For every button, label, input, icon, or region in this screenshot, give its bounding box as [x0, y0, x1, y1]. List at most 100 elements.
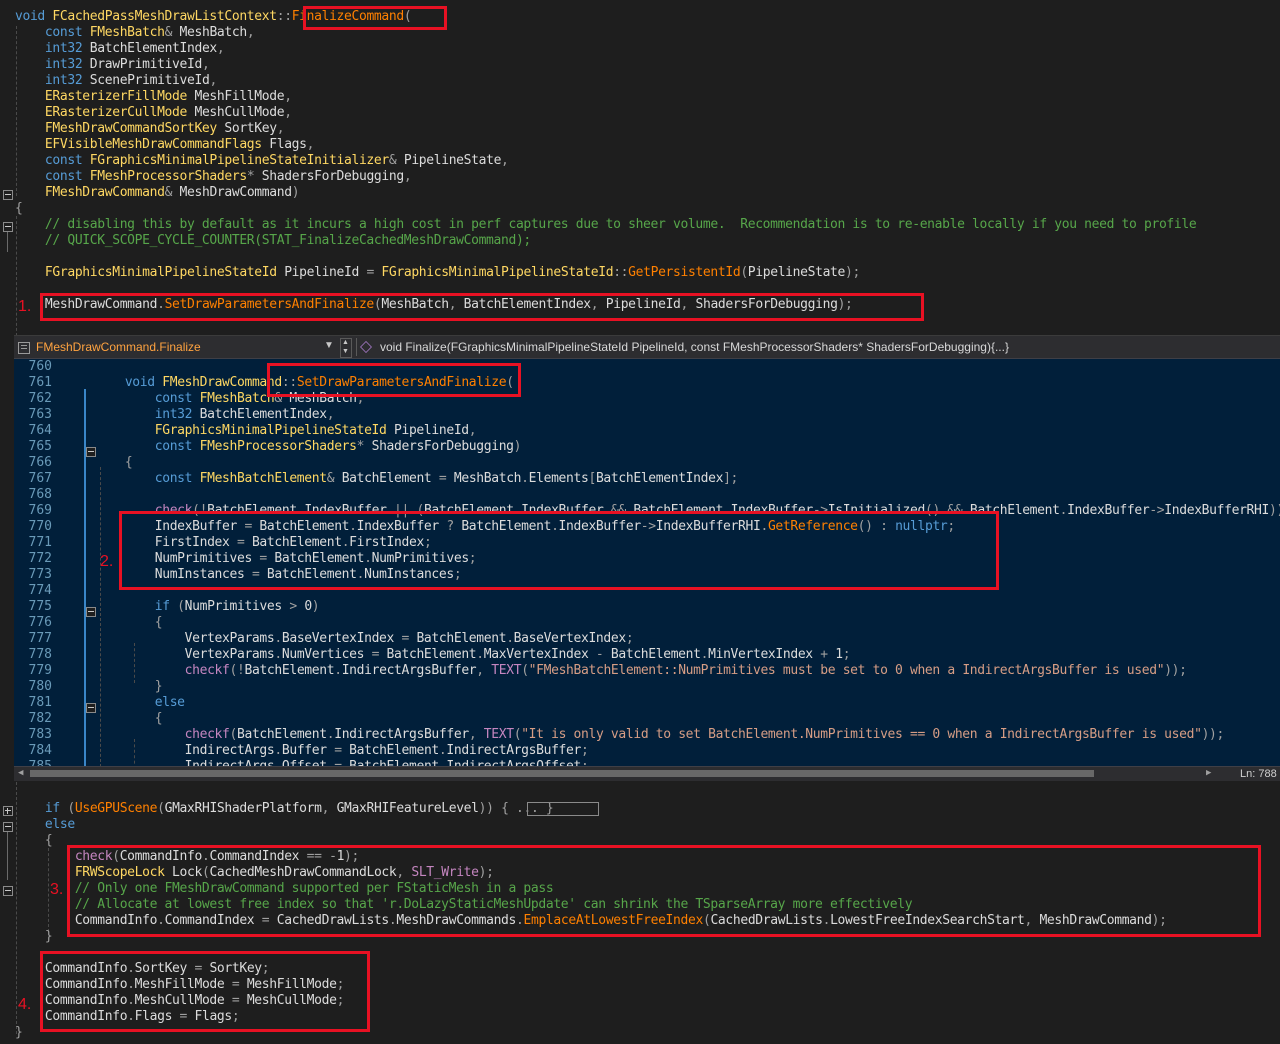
code-line-text: // QUICK_SCOPE_CYCLE_COUNTER(STAT_Finali… — [531, 233, 532, 234]
code-line[interactable]: FMeshDrawCommand& MeshDrawCommand) FMesh… — [15, 185, 300, 201]
code-line[interactable]: // disabling this by default as it incur… — [15, 217, 1197, 233]
code-line[interactable]: } } — [15, 929, 53, 945]
peek-code-line-text: if (NumPrimitives > 0) — [319, 599, 320, 600]
line-number: 767 — [28, 471, 52, 486]
peek-code-line[interactable]: { { — [65, 615, 163, 631]
code-line-text: ERasterizerCullMode MeshCullMode, — [292, 105, 293, 106]
line-number: 779 — [28, 663, 52, 678]
code-line-text: else — [75, 817, 76, 818]
annotation-box-set-draw-params — [267, 363, 521, 397]
collapsed-block-indicator[interactable] — [527, 802, 599, 816]
peek-code-line[interactable]: IndirectArgs.Offset = BatchElement.Indir… — [65, 759, 589, 766]
line-number: 770 — [28, 519, 52, 534]
peek-code-line-text: else — [185, 695, 186, 696]
peek-code-line[interactable]: IndirectArgs.Buffer = BatchElement.Indir… — [65, 743, 589, 759]
peek-code-line-text: VertexParams.NumVertices = BatchElement.… — [850, 647, 851, 648]
line-number: 773 — [28, 567, 52, 582]
code-line[interactable]: int32 BatchElementIndex, int32 BatchElem… — [15, 41, 225, 57]
peek-code-line-text: checkf(!BatchElement.IndirectArgsBuffer,… — [1187, 663, 1188, 664]
code-line-text: FGraphicsMinimalPipelineStateId Pipeline… — [860, 265, 861, 266]
code-line-text: } — [22, 1025, 23, 1026]
code-line[interactable]: int32 DrawPrimitiveId, int32 DrawPrimiti… — [15, 57, 210, 73]
annotation-marker-1: 1. — [18, 298, 32, 315]
member-dropdown[interactable]: FMeshDrawCommand.Finalize — [36, 340, 336, 356]
collapse-icon[interactable] — [3, 886, 13, 896]
code-line[interactable]: const FGraphicsMinimalPipelineStateIniti… — [15, 153, 509, 169]
scroll-left-icon[interactable]: ◀ — [18, 768, 23, 778]
line-number: 774 — [28, 583, 52, 598]
chevron-down-icon[interactable]: ▼ — [324, 340, 334, 351]
line-number: 768 — [28, 487, 52, 502]
signature-dropdown[interactable]: void Finalize(FGraphicsMinimalPipelineSt… — [380, 340, 1270, 356]
peek-code-line[interactable]: else else — [65, 695, 185, 711]
code-line[interactable]: // QUICK_SCOPE_CYCLE_COUNTER(STAT_Finali… — [15, 233, 531, 249]
peek-code-line[interactable]: int32 BatchElementIndex, int32 BatchElem… — [65, 407, 335, 423]
peek-code-line-text: checkf(BatchElement.IndirectArgsBuffer, … — [1224, 727, 1225, 728]
peek-code-line[interactable]: checkf(BatchElement.IndirectArgsBuffer, … — [65, 727, 1225, 743]
line-number: 760 — [28, 359, 52, 374]
collapse-icon[interactable] — [3, 822, 13, 832]
collapse-icon[interactable] — [3, 222, 13, 232]
peek-code-line-text: { — [132, 455, 133, 456]
code-line[interactable]: FGraphicsMinimalPipelineStateId Pipeline… — [15, 265, 860, 281]
annotation-marker-2: 2. — [100, 553, 114, 570]
line-number: 762 — [28, 391, 52, 406]
scroll-arrows[interactable]: ▲ ▼ — [340, 338, 352, 358]
code-editor[interactable]: void FCachedPassMeshDrawListContext::Fin… — [0, 0, 1280, 1044]
peek-code-line[interactable]: const FMeshProcessorShaders* ShadersForD… — [65, 439, 522, 455]
peek-code-line[interactable] — [65, 359, 125, 375]
peek-code-line[interactable]: checkf(!BatchElement.IndirectArgsBuffer,… — [65, 663, 1187, 679]
code-line[interactable]: { { — [15, 833, 53, 849]
code-line-text: int32 DrawPrimitiveId, — [209, 57, 210, 58]
line-indicator: Ln: 788 — [1240, 768, 1277, 780]
code-line[interactable]: FMeshDrawCommandSortKey SortKey, FMeshDr… — [15, 121, 285, 137]
peek-code-line-text: IndirectArgs.Offset = BatchElement.Indir… — [588, 759, 589, 760]
peek-code-line[interactable]: {{ — [65, 455, 133, 471]
code-line[interactable]: ERasterizerCullMode MeshCullMode, ERaste… — [15, 105, 292, 121]
peek-code-line[interactable]: VertexParams.BaseVertexIndex = BatchElem… — [65, 631, 634, 647]
peek-code-line-text — [125, 359, 126, 360]
peek-code-line[interactable]: if (NumPrimitives > 0) if (NumPrimitives… — [65, 599, 320, 615]
fold-line — [7, 232, 8, 252]
line-number: 781 — [28, 695, 52, 710]
code-line[interactable]: else else — [15, 817, 75, 833]
code-line[interactable]: ERasterizerFillMode MeshFillMode, ERaste… — [15, 89, 292, 105]
code-line-text: ERasterizerFillMode MeshFillMode, — [292, 89, 293, 90]
line-number: 765 — [28, 439, 52, 454]
code-line[interactable]: const FMeshProcessorShaders* ShadersForD… — [15, 169, 412, 185]
peek-code-line-text: { — [162, 615, 163, 616]
line-number: 772 — [28, 551, 52, 566]
scroll-right-icon[interactable]: ▶ — [1206, 768, 1211, 778]
peek-code-line[interactable]: { { — [65, 711, 163, 727]
line-number: 763 — [28, 407, 52, 422]
peek-code-line-text: VertexParams.BaseVertexIndex = BatchElem… — [633, 631, 634, 632]
code-line-text: FMeshDrawCommandSortKey SortKey, — [284, 121, 285, 122]
peek-code-line-text: const FMeshProcessorShaders* ShadersForD… — [521, 439, 522, 440]
peek-code-line[interactable]: VertexParams.NumVertices = BatchElement.… — [65, 647, 851, 663]
annotation-box-4 — [40, 951, 370, 1032]
peek-code-line[interactable]: } } — [65, 679, 163, 695]
code-line[interactable]: }} — [15, 1025, 23, 1041]
code-line[interactable]: EFVisibleMeshDrawCommandFlags Flags, EFV… — [15, 137, 315, 153]
peek-code-line[interactable] — [65, 583, 125, 599]
annotation-marker-4: 4. — [18, 996, 32, 1013]
peek-code-line[interactable]: FGraphicsMinimalPipelineStateId Pipeline… — [65, 423, 477, 439]
peek-code-line[interactable] — [65, 487, 125, 503]
annotation-box-3 — [67, 845, 1261, 937]
annotation-marker-3: 3. — [50, 881, 64, 898]
scrollbar-thumb[interactable] — [30, 770, 1094, 777]
code-line-text: { — [52, 833, 53, 834]
code-line[interactable]: int32 ScenePrimitiveId, int32 ScenePrimi… — [15, 73, 217, 89]
code-line[interactable]: const FMeshBatch& MeshBatch, const FMesh… — [15, 25, 255, 41]
line-number: 764 — [28, 423, 52, 438]
peek-horizontal-scrollbar[interactable]: ◀ ▶ Ln: 788 — [14, 766, 1280, 781]
code-line-text: const FMeshBatch& MeshBatch, — [254, 25, 255, 26]
code-line[interactable]: if (UseGPUScene(GMaxRHIShaderPlatform, G… — [15, 801, 554, 817]
collapse-icon[interactable] — [3, 190, 13, 200]
code-line[interactable]: {{ — [15, 201, 23, 217]
expand-icon[interactable] — [3, 806, 13, 816]
peek-code-line[interactable]: const FMeshBatchElement& BatchElement = … — [65, 471, 739, 487]
code-line-text: // disabling this by default as it incur… — [1196, 217, 1197, 218]
